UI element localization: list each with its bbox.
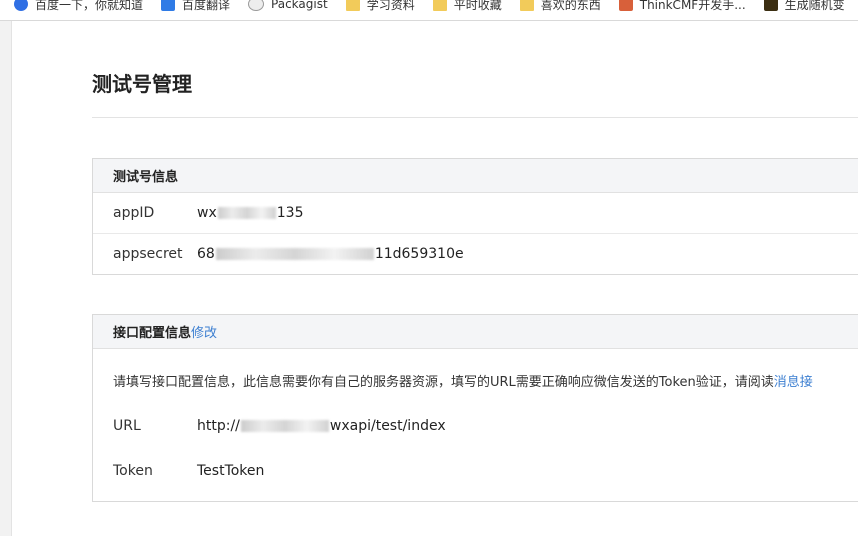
interface-config-title: 接口配置信息 xyxy=(113,326,192,341)
page-title: 测试号管理 xyxy=(92,72,192,96)
token-label: Token xyxy=(113,463,153,479)
bookmark-folder-study[interactable]: 学习资料 xyxy=(345,0,415,12)
notice-text: 请填写接口配置信息，此信息需要你有自己的服务器资源，填写的URL需要正确响应微信… xyxy=(93,371,813,390)
bookmark-label: 平时收藏 xyxy=(453,0,502,12)
appid-prefix: wx xyxy=(197,205,217,221)
bookmark-label: ThinkCMF开发手... xyxy=(639,0,746,12)
url-label: URL xyxy=(113,418,141,434)
test-info-panel: 测试号信息 appID wx 135 appsecret 68 11d659310e xyxy=(92,158,858,275)
appid-label: appID xyxy=(113,205,155,221)
blurred-text xyxy=(215,248,374,260)
token-row: Token TestToken xyxy=(93,456,858,486)
bookmark-label: 学习资料 xyxy=(366,0,415,12)
bookmark-folder-favorites[interactable]: 平时收藏 xyxy=(432,0,502,12)
title-divider xyxy=(92,117,858,118)
url-suffix: wxapi/test/index xyxy=(329,418,446,434)
appid-suffix: 135 xyxy=(276,205,304,221)
left-gutter xyxy=(0,21,12,536)
bookmark-label: 百度翻译 xyxy=(182,0,231,12)
token-value: TestToken xyxy=(197,463,265,479)
bookmark-generator[interactable]: 生成随机变 xyxy=(763,0,845,12)
bookmark-label: 喜欢的东西 xyxy=(540,0,601,12)
thinkcmf-icon xyxy=(618,0,633,11)
interface-config-heading: 接口配置信息 修改 xyxy=(93,315,858,349)
notice-row: 请填写接口配置信息，此信息需要你有自己的服务器资源，填写的URL需要正确响应微信… xyxy=(93,349,858,411)
bookmarks-bar: 百度一下，你就知道 百度翻译 Packagist 学习资料 平时收藏 喜欢的东西… xyxy=(0,0,858,21)
notice-body: 请填写接口配置信息，此信息需要你有自己的服务器资源，填写的URL需要正确响应微信… xyxy=(113,374,774,390)
test-info-heading: 测试号信息 xyxy=(93,159,858,193)
bookmark-label: 生成随机变 xyxy=(784,0,845,12)
bookmark-thinkcmf[interactable]: ThinkCMF开发手... xyxy=(618,0,746,12)
blurred-text xyxy=(217,207,276,219)
generator-icon xyxy=(763,0,778,11)
bookmark-packagist[interactable]: Packagist xyxy=(248,0,328,11)
folder-icon xyxy=(432,0,447,11)
appsecret-label: appsecret xyxy=(113,246,183,262)
blurred-text xyxy=(240,420,329,432)
appid-value: wx 135 xyxy=(197,205,303,221)
packagist-icon xyxy=(248,0,265,11)
bookmark-baidu-fanyi[interactable]: 百度翻译 xyxy=(161,0,231,12)
url-prefix: http:// xyxy=(197,418,240,434)
edit-link[interactable]: 修改 xyxy=(191,322,217,341)
bookmark-label: Packagist xyxy=(271,0,328,11)
interface-config-panel: 接口配置信息 修改 请填写接口配置信息，此信息需要你有自己的服务器资源，填写的UR… xyxy=(92,314,858,502)
appsecret-row: appsecret 68 11d659310e xyxy=(93,234,858,274)
baidu-icon xyxy=(14,0,28,11)
appid-row: appID wx 135 xyxy=(93,193,858,234)
appsecret-prefix: 68 xyxy=(197,246,215,262)
folder-icon xyxy=(345,0,360,11)
url-row: URL http:// wxapi/test/index xyxy=(93,411,858,441)
bookmark-label: 百度一下，你就知道 xyxy=(35,0,144,12)
message-doc-link[interactable]: 消息接 xyxy=(774,375,813,390)
appsecret-value: 68 11d659310e xyxy=(197,246,464,262)
url-value: http:// wxapi/test/index xyxy=(197,418,446,434)
folder-icon xyxy=(519,0,534,11)
bookmark-folder-likes[interactable]: 喜欢的东西 xyxy=(519,0,601,12)
bookmark-baidu[interactable]: 百度一下，你就知道 xyxy=(14,0,144,12)
appsecret-suffix: 11d659310e xyxy=(374,246,464,262)
fanyi-icon xyxy=(161,0,176,11)
